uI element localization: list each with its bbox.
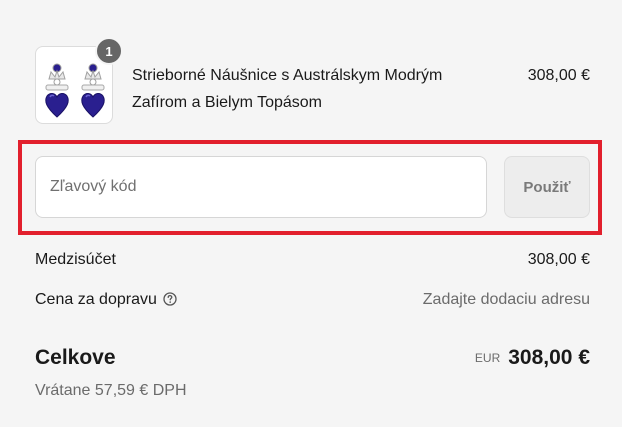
subtotal-row: Medzisúčet 308,00 € <box>35 248 590 272</box>
product-name-line2: Zafírom a Bielym Topásom <box>132 94 322 111</box>
total-label: Celkove <box>35 346 116 369</box>
total-row: Celkove EUR 308,00 € <box>35 343 590 373</box>
subtotal-label: Medzisúčet <box>35 251 116 268</box>
checkout-order-summary: 1 Strieborné Náušnice s Austrálskym Modr… <box>0 0 622 427</box>
shipping-row: Cena za dopravu Zadajte dodaciu adresu <box>35 288 590 312</box>
quantity-badge: 1 <box>95 37 123 65</box>
product-name: Strieborné Náušnice s Austrálskym Modrým… <box>132 62 492 116</box>
total-value: 308,00 € <box>508 346 590 369</box>
discount-code-input[interactable] <box>35 156 487 218</box>
shipping-value: Zadajte dodaciu adresu <box>422 291 590 308</box>
apply-discount-button[interactable]: Použiť <box>504 156 590 218</box>
question-circle-icon[interactable] <box>163 290 177 314</box>
product-price: 308,00 € <box>527 67 590 84</box>
subtotal-value: 308,00 € <box>527 251 590 268</box>
product-name-line1: Strieborné Náušnice s Austrálskym Modrým <box>132 67 443 84</box>
total-currency: EUR <box>474 351 501 365</box>
line-item: 1 Strieborné Náušnice s Austrálskym Modr… <box>35 37 590 125</box>
shipping-label: Cena za dopravu <box>35 291 157 308</box>
tax-note: Vrátane 57,59 € DPH <box>35 382 187 399</box>
